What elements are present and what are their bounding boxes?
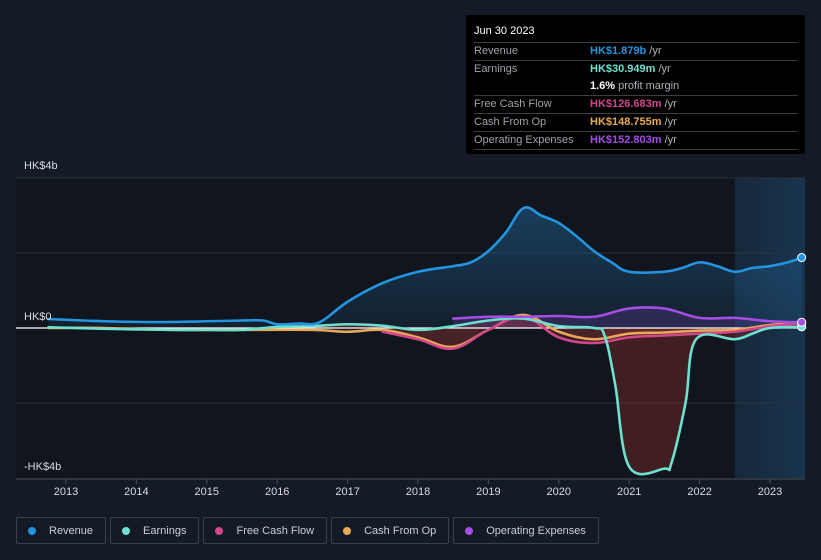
tooltip-unit: /yr — [649, 45, 662, 57]
legend-item-cash-from-op[interactable]: Cash From Op — [331, 517, 450, 544]
x-axis: 2013 2014 2015 2016 2017 2018 2019 2020 2021 2022… — [54, 479, 782, 498]
tooltip-label: Cash From Op — [474, 116, 547, 128]
x-tick-label: 2021 — [617, 486, 641, 498]
legend-label: Earnings — [143, 524, 187, 537]
legend-item-free-cash-flow[interactable]: Free Cash Flow — [203, 517, 328, 544]
y-tick-label: HK$0 — [24, 311, 52, 323]
tooltip-value: HK$1.879b — [590, 45, 647, 57]
legend-label: Free Cash Flow — [236, 524, 315, 537]
tooltip-date: Jun 30 2023 — [474, 23, 798, 43]
earnings-dot-icon — [122, 526, 131, 535]
tooltip-row-cash-from-op: Cash From Op HK$148.755m /yr — [474, 114, 798, 132]
tooltip-unit: /yr — [664, 98, 677, 110]
revenue-dot-icon — [28, 526, 36, 535]
tooltip-unit: profit margin — [618, 80, 680, 92]
legend-item-revenue[interactable]: Revenue — [16, 517, 107, 544]
tooltip-unit: /yr — [664, 134, 677, 146]
operating-expenses-dot-icon — [465, 526, 474, 535]
x-tick-label: 2015 — [195, 486, 219, 498]
x-tick-label: 2013 — [54, 486, 78, 498]
tooltip-unit: /yr — [664, 116, 677, 128]
tooltip-label — [474, 78, 590, 95]
y-tick-label: -HK$4b — [24, 461, 61, 473]
legend-label: Revenue — [49, 524, 94, 537]
endpoint-operating-expenses — [797, 317, 807, 327]
legend-item-earnings[interactable]: Earnings — [110, 517, 200, 544]
x-tick-label: 2016 — [265, 486, 289, 498]
tooltip-value: HK$126.683m — [590, 98, 662, 110]
tooltip-row-earnings: Earnings HK$30.949m /yr — [474, 61, 798, 78]
x-tick-label: 2020 — [547, 486, 571, 498]
x-tick-label: 2014 — [124, 486, 148, 498]
tooltip-row-operating-expenses: Operating Expenses HK$152.803m /yr — [474, 132, 798, 150]
x-tick-label: 2022 — [687, 486, 711, 498]
legend-item-operating-expenses[interactable]: Operating Expenses — [453, 517, 599, 544]
x-tick-label: 2018 — [406, 486, 430, 498]
tooltip-value: HK$30.949m — [590, 63, 656, 75]
endpoint-revenue — [797, 253, 807, 263]
tooltip: Jun 30 2023 Revenue HK$1.879b /yr Earnin… — [466, 15, 805, 154]
tooltip-value: 1.6% — [590, 80, 616, 92]
y-tick-label: HK$4b — [24, 160, 58, 172]
legend: Revenue Earnings Free Cash Flow Cash Fro… — [16, 517, 599, 544]
x-tick-label: 2017 — [335, 486, 359, 498]
tooltip-row-free-cash-flow: Free Cash Flow HK$126.683m /yr — [474, 96, 798, 114]
tooltip-row-revenue: Revenue HK$1.879b /yr — [474, 43, 798, 61]
tooltip-value: HK$152.803m — [590, 134, 662, 146]
tooltip-row-profit-margin: 1.6% profit margin — [474, 78, 798, 96]
x-tick-label: 2019 — [476, 486, 500, 498]
tooltip-value: HK$148.755m — [590, 116, 662, 128]
tooltip-label: Free Cash Flow — [474, 98, 552, 110]
tooltip-unit: /yr — [658, 63, 671, 75]
tooltip-label: Operating Expenses — [474, 134, 574, 146]
legend-label: Cash From Op — [364, 524, 437, 537]
tooltip-label: Revenue — [474, 45, 519, 57]
legend-label: Operating Expenses — [486, 524, 586, 537]
cash-from-op-dot-icon — [343, 526, 352, 535]
x-tick-label: 2023 — [758, 486, 782, 498]
free-cash-flow-dot-icon — [215, 526, 224, 535]
tooltip-label: Earnings — [474, 63, 518, 75]
